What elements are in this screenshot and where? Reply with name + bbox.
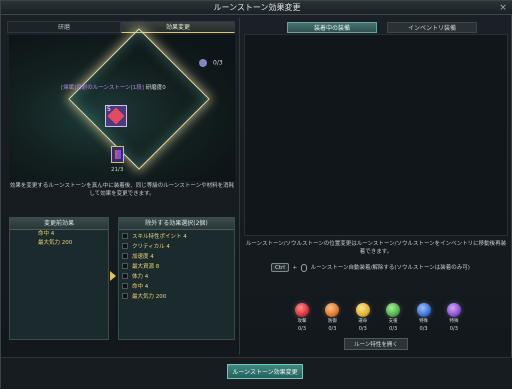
checkbox[interactable] bbox=[122, 282, 128, 289]
material-icon bbox=[199, 59, 207, 67]
orb-icon bbox=[355, 303, 370, 317]
orb-defense: 防御 0/3 bbox=[323, 303, 341, 332]
arrow-right-icon bbox=[110, 271, 116, 281]
orb-icon bbox=[416, 303, 431, 317]
before-effect-panel: 変更前効果 命中 4 最大気力 200 bbox=[9, 217, 109, 340]
orb-special-purple: 特殊 0/3 bbox=[445, 303, 463, 332]
before-effect-title: 変更前効果 bbox=[10, 218, 108, 230]
checkbox[interactable] bbox=[122, 262, 128, 269]
exclude-option[interactable]: 最大気力 200 bbox=[119, 291, 234, 300]
checkbox[interactable] bbox=[122, 242, 128, 249]
before-effect-item: 最大気力 200 bbox=[38, 240, 73, 246]
exclude-option[interactable]: クリティカル 4 bbox=[119, 241, 234, 250]
checkbox[interactable] bbox=[122, 292, 128, 299]
material-stone-slot[interactable] bbox=[111, 146, 124, 163]
equipment-list-area[interactable] bbox=[244, 34, 508, 236]
orb-icon bbox=[325, 303, 340, 317]
rune-slot[interactable]: 5 bbox=[105, 105, 127, 127]
exclude-effect-panel: 除外する効果選択(2個) スキル特性ポイント 4 クリティカル 4 加速度 4 … bbox=[118, 217, 235, 340]
stone-icon bbox=[114, 150, 121, 159]
orb-attack: 攻撃 0/3 bbox=[293, 303, 311, 332]
left-tab-bar: 研磨 効果変更 bbox=[7, 21, 235, 33]
before-effect-item: 命中 4 bbox=[38, 231, 55, 237]
window-title: ルーンストーン効果変更 bbox=[213, 3, 301, 12]
close-icon[interactable]: × bbox=[497, 2, 509, 14]
mouse-icon bbox=[300, 263, 307, 272]
change-effect-button[interactable]: ルーンストーン効果変更 bbox=[227, 364, 303, 379]
orb-icon bbox=[295, 303, 309, 317]
checkbox[interactable] bbox=[122, 232, 128, 239]
orb-icon bbox=[446, 303, 461, 317]
info-text: ルーンストーン/ソウルストーンの位置変更はルーンストーン/ソウルストーンをインベ… bbox=[245, 241, 507, 255]
tab-polish[interactable]: 研磨 bbox=[7, 21, 121, 33]
tab-inventory[interactable]: インベントリ装備 bbox=[387, 22, 477, 33]
exclude-option[interactable]: 最大資源 8 bbox=[119, 261, 234, 270]
exclude-option[interactable]: 体力 4 bbox=[119, 271, 234, 280]
open-rune-traits-button[interactable]: ルーン特性を開く bbox=[344, 338, 408, 350]
exclude-option[interactable]: 命中 4 bbox=[119, 281, 234, 290]
checkbox[interactable] bbox=[122, 252, 128, 259]
orb-icon bbox=[386, 303, 401, 317]
window: ルーンストーン効果変更 × 研磨 効果変更 0/3 [帰属]忍耐のルーンストーン… bbox=[0, 0, 512, 389]
panel-divider bbox=[239, 17, 240, 355]
exclude-effect-title: 除外する効果選択(2個) bbox=[119, 218, 234, 230]
rune-orb-row: 攻撃 0/3 防御 0/3 運命 0/3 支援 0/3 特殊 0/3 特殊 0/3 bbox=[293, 303, 463, 332]
orb-support: 支援 0/3 bbox=[384, 303, 402, 332]
exclude-option[interactable]: スキル特性ポイント 4 bbox=[119, 231, 234, 240]
material-stone-count: 21/3 bbox=[111, 167, 124, 173]
tab-equipped[interactable]: 装着中の装備 bbox=[287, 22, 377, 33]
checkbox[interactable] bbox=[122, 272, 128, 279]
exclude-option[interactable]: 加速度 4 bbox=[119, 251, 234, 260]
window-titlebar: ルーンストーン効果変更 × bbox=[1, 1, 512, 15]
right-tab-bar: 装着中の装備 インベントリ装備 bbox=[287, 22, 499, 33]
ctrl-key: Ctrl bbox=[271, 263, 289, 272]
rune-name: [帰属]忍耐のルーンストーン[1段] 研磨度0 bbox=[61, 85, 166, 91]
orb-special-blue: 特殊 0/3 bbox=[415, 303, 433, 332]
key-hint: Ctrl + ルーンストーン自動装着/解除する(ソウルストーンは装着のみ可) bbox=[271, 263, 470, 272]
description-text: 効果を変更するルーンストーンを真ん中に装着後、同じ等級のルーンストーンや材料を消… bbox=[9, 183, 235, 197]
material-counter: 0/3 bbox=[199, 59, 223, 67]
orb-fate: 運命 0/3 bbox=[354, 303, 372, 332]
